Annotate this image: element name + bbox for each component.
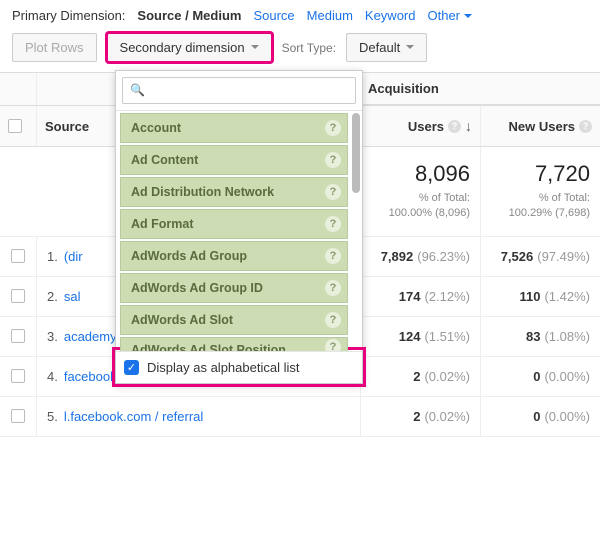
scrollbar[interactable] — [352, 113, 360, 193]
sort-desc-icon: ↓ — [465, 118, 472, 134]
row-new-users: 0(0.00%) — [480, 397, 600, 436]
checkbox-checked-icon: ✓ — [124, 360, 139, 375]
dropdown-search: 🔍 — [116, 71, 362, 111]
dropdown-item[interactable]: AdWords Ad Group? — [120, 241, 348, 271]
sort-type-select[interactable]: Default — [346, 33, 427, 62]
dropdown-item[interactable]: AdWords Ad Group ID? — [120, 273, 348, 303]
checkbox-icon — [11, 369, 25, 383]
dimension-option-medium[interactable]: Medium — [307, 8, 353, 23]
row-checkbox[interactable] — [0, 317, 36, 355]
row-checkbox[interactable] — [0, 397, 36, 435]
secondary-dimension-button[interactable]: Secondary dimension — [107, 33, 272, 62]
secondary-dimension-dropdown: 🔍 Account? Ad Content? Ad Distribution N… — [115, 70, 363, 384]
plot-rows-label: Plot Rows — [25, 40, 84, 55]
secondary-dimension-label: Secondary dimension — [120, 40, 245, 55]
help-icon[interactable]: ? — [325, 248, 341, 264]
primary-dimension-selected[interactable]: Source / Medium — [137, 8, 241, 23]
dropdown-item[interactable]: Ad Distribution Network? — [120, 177, 348, 207]
column-header-source-label: Source — [45, 119, 89, 134]
header-checkbox-cell — [0, 73, 36, 105]
dropdown-item[interactable]: Ad Format? — [120, 209, 348, 239]
row-users: 174(2.12%) — [360, 277, 480, 316]
row-users: 2(0.02%) — [360, 357, 480, 396]
plot-rows-button[interactable]: Plot Rows — [12, 33, 97, 62]
dropdown-item[interactable]: Ad Content? — [120, 145, 348, 175]
column-header-new-users-label: New Users — [509, 119, 575, 134]
column-header-users-label: Users — [408, 119, 444, 134]
checkbox-icon — [11, 249, 25, 263]
checkbox-icon — [11, 329, 25, 343]
dropdown-list: Account? Ad Content? Ad Distribution Net… — [116, 111, 362, 351]
totals-users: 8,096 % of Total:100.00% (8,096) — [360, 147, 480, 236]
dropdown-search-input[interactable] — [122, 77, 356, 104]
dimension-option-source[interactable]: Source — [253, 8, 294, 23]
source-link[interactable]: sal — [64, 289, 81, 304]
row-new-users: 110(1.42%) — [480, 277, 600, 316]
row-checkbox[interactable] — [0, 237, 36, 275]
help-icon[interactable]: ? — [448, 120, 461, 133]
checkbox-icon — [11, 409, 25, 423]
totals-new-users-value: 7,720 — [491, 161, 590, 187]
checkbox-icon — [8, 119, 22, 133]
row-source: 5.l.facebook.com / referral — [36, 397, 360, 436]
help-icon[interactable]: ? — [579, 120, 592, 133]
chevron-down-icon — [251, 45, 259, 53]
source-link[interactable]: (dir — [64, 249, 83, 264]
row-new-users: 7,526(97.49%) — [480, 237, 600, 276]
column-group-acquisition: Acquisition — [360, 73, 600, 105]
sort-type-value: Default — [359, 40, 400, 55]
help-icon[interactable]: ? — [325, 280, 341, 296]
row-users: 2(0.02%) — [360, 397, 480, 436]
dropdown-item[interactable]: Account? — [120, 113, 348, 143]
dimension-option-other[interactable]: Other — [427, 8, 472, 23]
help-icon[interactable]: ? — [325, 120, 341, 136]
row-checkbox[interactable] — [0, 277, 36, 315]
checkbox-icon — [11, 289, 25, 303]
source-link[interactable]: l.facebook.com / referral — [64, 409, 203, 424]
row-new-users: 83(1.08%) — [480, 317, 600, 356]
dropdown-item[interactable]: AdWords Ad Slot Position? — [120, 337, 348, 351]
dropdown-item[interactable]: AdWords Ad Slot? — [120, 305, 348, 335]
sort-type-label: Sort Type: — [282, 41, 336, 55]
select-all-cell[interactable] — [0, 106, 36, 146]
dropdown-alpha-label: Display as alphabetical list — [147, 360, 299, 375]
totals-users-value: 8,096 — [371, 161, 470, 187]
row-users: 124(1.51%) — [360, 317, 480, 356]
primary-dimension-bar: Primary Dimension: Source / Medium Sourc… — [0, 0, 600, 29]
row-users: 7,892(96.23%) — [360, 237, 480, 276]
column-header-users[interactable]: Users ? ↓ — [360, 106, 480, 146]
primary-dimension-label: Primary Dimension: — [12, 8, 125, 23]
dropdown-alpha-toggle[interactable]: ✓ Display as alphabetical list — [116, 351, 362, 383]
dimension-option-keyword[interactable]: Keyword — [365, 8, 416, 23]
row-checkbox[interactable] — [0, 357, 36, 395]
help-icon[interactable]: ? — [325, 152, 341, 168]
toolbar: Plot Rows Secondary dimension Sort Type:… — [0, 29, 600, 72]
help-icon[interactable]: ? — [325, 339, 341, 351]
help-icon[interactable]: ? — [325, 216, 341, 232]
help-icon[interactable]: ? — [325, 184, 341, 200]
column-header-new-users[interactable]: New Users ? — [480, 106, 600, 146]
row-new-users: 0(0.00%) — [480, 357, 600, 396]
help-icon[interactable]: ? — [325, 312, 341, 328]
totals-new-users: 7,720 % of Total:100.29% (7,698) — [480, 147, 600, 236]
chevron-down-icon — [406, 45, 414, 53]
search-icon: 🔍 — [130, 83, 145, 97]
table-row: 5.l.facebook.com / referral2(0.02%)0(0.0… — [0, 397, 600, 437]
